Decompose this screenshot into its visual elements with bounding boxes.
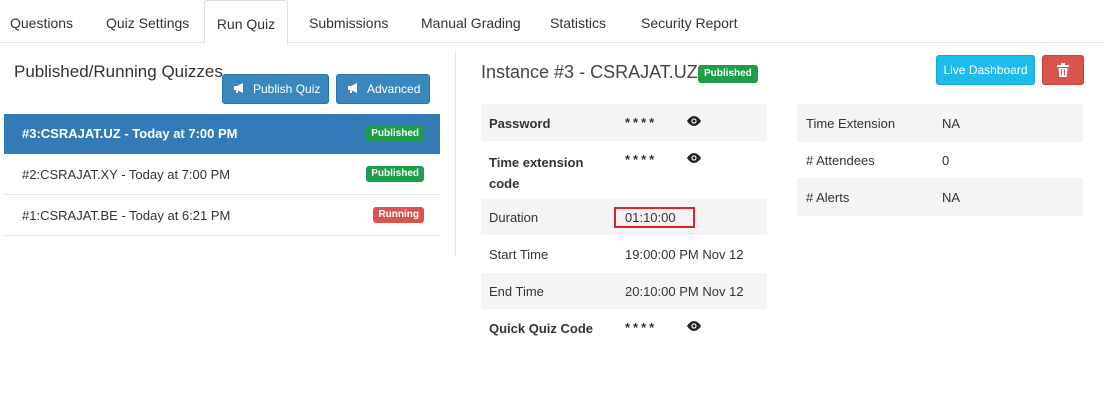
status-badge: Published [366,126,424,142]
detail-value: **** [625,152,658,167]
status-badge: Running [373,207,424,223]
eye-icon[interactable] [686,152,702,167]
detail-label: Quick Quiz Code [489,321,594,336]
stat-label: # Attendees [806,153,875,168]
tab-manual-grading[interactable]: Manual Grading [405,0,537,43]
detail-label: Time extension code [489,155,584,191]
instance-status-badge: Published [698,65,758,83]
left-panel-title: Published/Running Quizzes [14,62,223,81]
status-badge: Published [366,166,424,182]
stat-value: NA [942,116,961,131]
tab-bar: Questions Quiz Settings Run Quiz Submiss… [0,0,1104,44]
detail-row-start-time: Start Time 19:00:00 PM Nov 12 [481,236,767,273]
detail-label: End Time [489,284,544,299]
tab-submissions[interactable]: Submissions [293,0,404,43]
trash-icon [1057,63,1069,80]
advanced-button[interactable]: Advanced [336,74,430,104]
detail-value: 19:00:00 PM Nov 12 [625,247,744,262]
quiz-item-label: #3:CSRAJAT.UZ - Today at 7:00 PM [22,126,238,141]
detail-value: 20:10:00 PM Nov 12 [625,284,744,299]
megaphone-icon [233,76,247,93]
stat-row-attendees: # Attendees 0 [797,142,1083,178]
live-dashboard-button[interactable]: Live Dashboard [936,55,1035,85]
quiz-item-label: #2:CSRAJAT.XY - Today at 7:00 PM [22,167,231,182]
stat-value: NA [942,190,961,205]
detail-row-end-time: End Time 20:10:00 PM Nov 12 [481,273,767,310]
panel-divider [455,52,456,255]
stat-row-alerts: # Alerts NA [797,178,1083,216]
tab-statistics[interactable]: Statistics [534,0,622,43]
advanced-label: Advanced [367,82,421,96]
tab-quiz-settings[interactable]: Quiz Settings [90,0,205,43]
detail-value: **** [625,115,658,130]
tab-run-quiz[interactable]: Run Quiz [204,0,288,44]
publish-quiz-label: Publish Quiz [253,82,321,96]
stat-label: Time Extension [806,116,896,131]
detail-row-time-extension-code: Time extension code **** [481,142,767,198]
instance-title: Instance #3 - CSRAJAT.UZ [481,62,698,82]
delete-button[interactable] [1042,55,1084,85]
duration-highlight-box [614,207,695,228]
detail-row-password: Password **** [481,104,767,142]
tab-questions[interactable]: Questions [0,0,89,43]
detail-value: **** [625,320,658,335]
stat-label: # Alerts [806,190,850,205]
detail-label: Duration [489,210,539,225]
eye-icon[interactable] [686,320,702,335]
quiz-item-label: #1:CSRAJAT.BE - Today at 6:21 PM [22,208,231,223]
stat-row-time-extension: Time Extension NA [797,104,1083,142]
detail-label: Start Time [489,247,549,262]
quiz-list-item[interactable]: #1:CSRAJAT.BE - Today at 6:21 PM Running [4,196,440,236]
eye-icon[interactable] [686,115,702,130]
quiz-list-item[interactable]: #2:CSRAJAT.XY - Today at 7:00 PM Publish… [4,155,440,195]
megaphone-icon [347,76,361,93]
quiz-list-item[interactable]: #3:CSRAJAT.UZ - Today at 7:00 PM Publish… [4,114,440,154]
tab-security-report[interactable]: Security Report [625,0,753,43]
detail-row-quick-quiz-code: Quick Quiz Code **** [481,310,767,347]
stat-value: 0 [942,153,950,168]
publish-quiz-button[interactable]: Publish Quiz [222,74,329,104]
detail-label: Password [489,116,551,131]
